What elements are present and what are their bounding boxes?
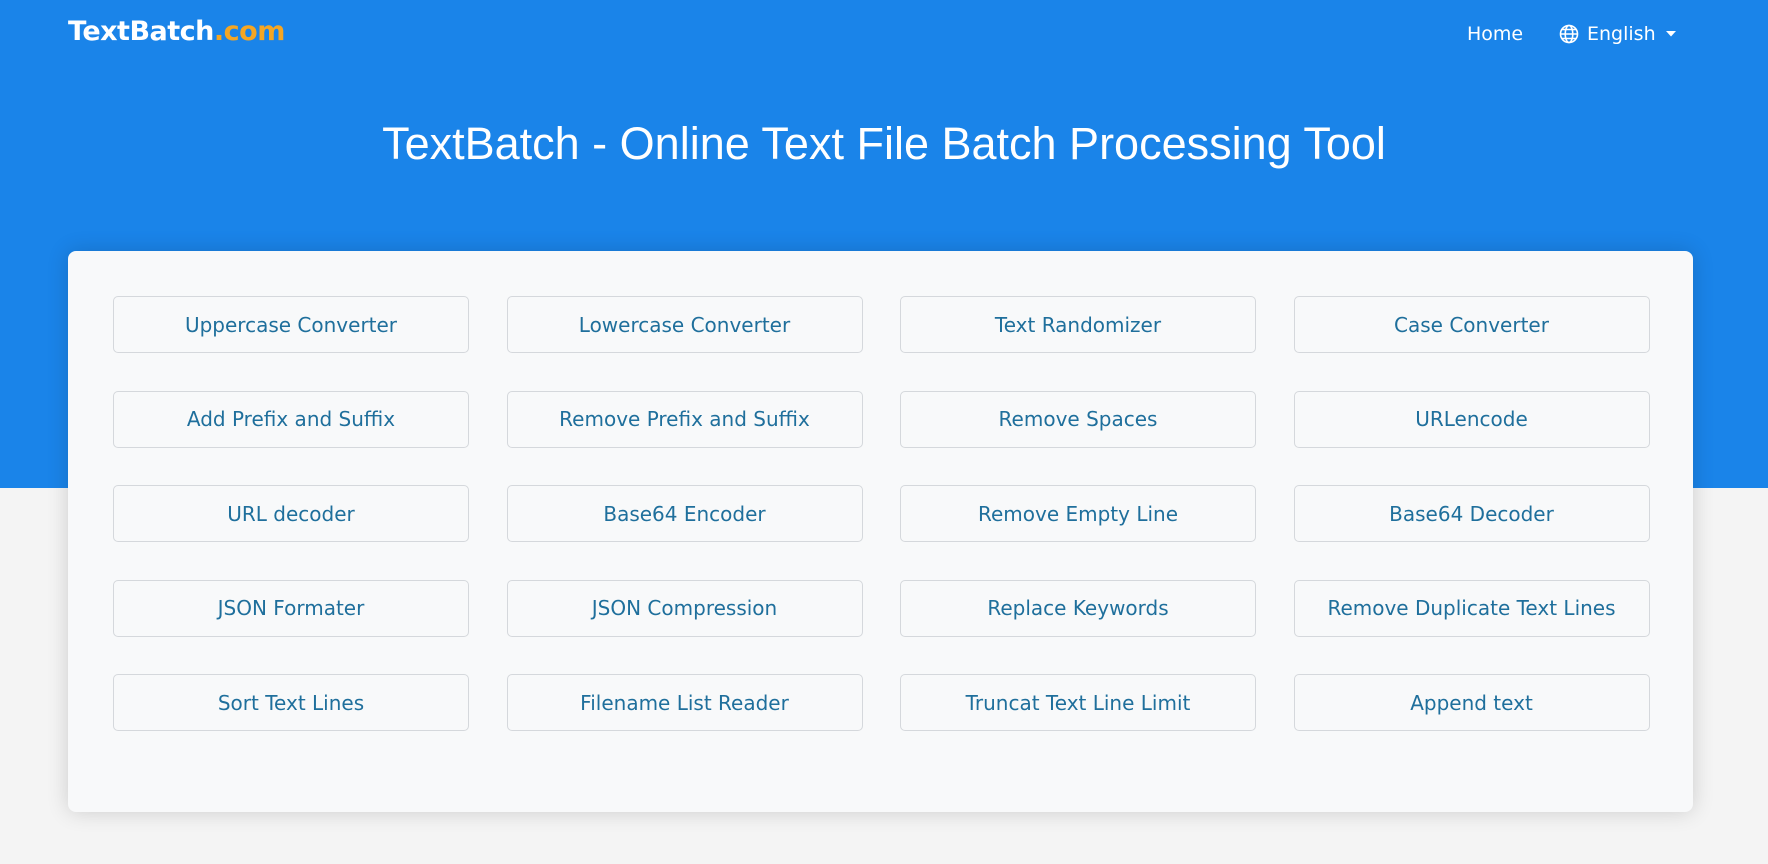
tool-sort-text-lines[interactable]: Sort Text Lines xyxy=(113,674,469,731)
navbar: TextBatch.com Home English xyxy=(0,0,1768,70)
tool-add-prefix-suffix[interactable]: Add Prefix and Suffix xyxy=(113,390,469,448)
site-logo[interactable]: TextBatch.com xyxy=(68,16,285,47)
tool-urlencode[interactable]: URLencode xyxy=(1293,390,1650,448)
tool-base64-decoder[interactable]: Base64 Decoder xyxy=(1293,485,1650,542)
tool-truncat-line-limit[interactable]: Truncat Text Line Limit xyxy=(900,674,1256,731)
tool-base64-encoder[interactable]: Base64 Encoder xyxy=(506,485,863,542)
tool-remove-spaces[interactable]: Remove Spaces xyxy=(900,390,1256,448)
tool-json-formater[interactable]: JSON Formater xyxy=(113,579,469,637)
tools-grid: Uppercase Converter Lowercase Converter … xyxy=(113,296,1650,731)
logo-main-text: TextBatch xyxy=(68,16,214,47)
tool-remove-empty-line[interactable]: Remove Empty Line xyxy=(900,485,1256,542)
tool-text-randomizer[interactable]: Text Randomizer xyxy=(900,296,1256,353)
caret-down-icon xyxy=(1664,29,1678,39)
tools-card: Uppercase Converter Lowercase Converter … xyxy=(68,251,1693,812)
tool-replace-keywords[interactable]: Replace Keywords xyxy=(900,579,1256,637)
tool-filename-list-reader[interactable]: Filename List Reader xyxy=(506,674,863,731)
tool-remove-prefix-suffix[interactable]: Remove Prefix and Suffix xyxy=(506,390,863,448)
tool-case-converter[interactable]: Case Converter xyxy=(1293,296,1650,353)
tool-lowercase-converter[interactable]: Lowercase Converter xyxy=(506,296,863,353)
tool-uppercase-converter[interactable]: Uppercase Converter xyxy=(113,296,469,353)
logo-tld-text: .com xyxy=(213,16,285,47)
nav-home-link[interactable]: Home xyxy=(1467,23,1523,45)
tool-remove-duplicate-lines[interactable]: Remove Duplicate Text Lines xyxy=(1293,579,1650,637)
tool-json-compression[interactable]: JSON Compression xyxy=(506,579,863,637)
tool-url-decoder[interactable]: URL decoder xyxy=(113,485,469,542)
language-label: English xyxy=(1587,23,1656,45)
language-dropdown[interactable]: English xyxy=(1559,23,1678,45)
tool-append-text[interactable]: Append text xyxy=(1293,674,1650,731)
globe-icon xyxy=(1559,24,1579,44)
page-title: TextBatch - Online Text File Batch Proce… xyxy=(382,118,1386,169)
